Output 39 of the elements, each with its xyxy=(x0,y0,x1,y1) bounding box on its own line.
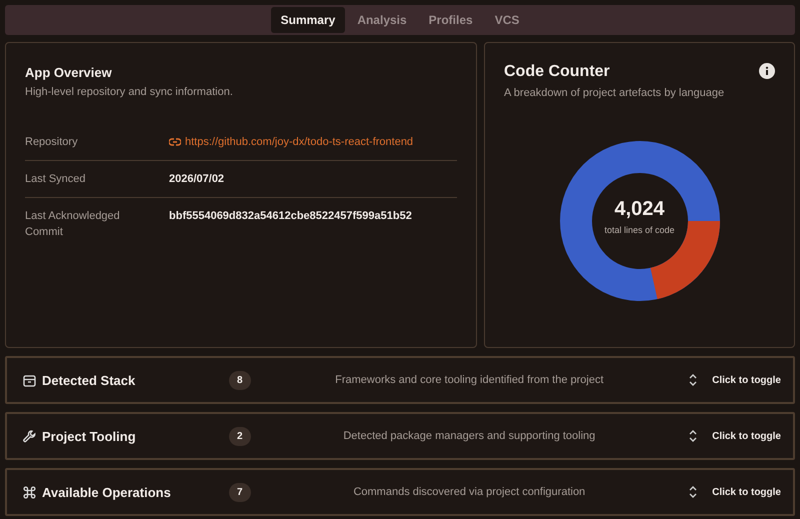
tab[interactable]: Profiles xyxy=(418,7,483,33)
section-description: Detected package managers and supporting tooling xyxy=(342,430,596,442)
field-label: Repository xyxy=(25,135,79,150)
total-label: total lines of code xyxy=(604,225,675,235)
info-icon[interactable] xyxy=(759,63,775,79)
toggle-hint: Click to toggle xyxy=(712,486,781,498)
box-icon xyxy=(23,374,36,386)
section-header[interactable]: Available Operations 7 Commands discovered via project configuration Click to toggle xyxy=(5,468,795,516)
section-header[interactable]: Project Tooling 2 Detected package managers and supporting tooling Click to toggle xyxy=(5,412,795,460)
field-value: bbf5554069d832a54612cbe8522457f599a51b52 xyxy=(169,209,412,224)
card-subtitle: High-level repository and sync information. xyxy=(25,86,234,98)
wrench-icon xyxy=(23,430,36,442)
count-badge: 2 xyxy=(229,426,251,446)
card-title: Code Counter xyxy=(504,63,610,81)
chevron-up-down-icon xyxy=(688,430,698,442)
repository-link[interactable]: https://github.com/joy-dx/todo-ts-react-frontend xyxy=(185,134,414,150)
field-label: Last Acknowledged Commit xyxy=(25,209,121,240)
card-title: App Overview xyxy=(25,65,113,80)
card-subtitle: A breakdown of project artefacts by language xyxy=(504,87,726,99)
count-badge: 8 xyxy=(229,370,251,390)
section-description: Frameworks and core tooling identified from the project xyxy=(334,374,605,386)
tab[interactable]: Analysis xyxy=(347,7,417,33)
toggle-hint: Click to toggle xyxy=(712,430,781,442)
link-icon xyxy=(169,138,181,146)
chevron-up-down-icon xyxy=(688,486,698,498)
section-title: Project Tooling xyxy=(42,428,136,444)
count-badge: 7 xyxy=(229,482,251,502)
chevron-up-down-icon xyxy=(688,374,698,386)
total-count: 4,024 xyxy=(614,198,665,221)
section-header[interactable]: Detected Stack 8 Frameworks and core tooling identified from the project Click to toggle xyxy=(5,356,795,404)
toggle-hint: Click to toggle xyxy=(712,374,781,386)
field-label: Last Synced xyxy=(25,172,87,187)
tab[interactable]: VCS xyxy=(484,7,530,33)
section-title: Detected Stack xyxy=(42,372,136,388)
command-icon xyxy=(23,486,36,498)
field-value: 2026/07/02 xyxy=(169,172,224,187)
section-description: Commands discovered via project configuration xyxy=(352,486,586,498)
section-title: Available Operations xyxy=(42,484,171,500)
tab[interactable]: Summary xyxy=(270,7,346,33)
